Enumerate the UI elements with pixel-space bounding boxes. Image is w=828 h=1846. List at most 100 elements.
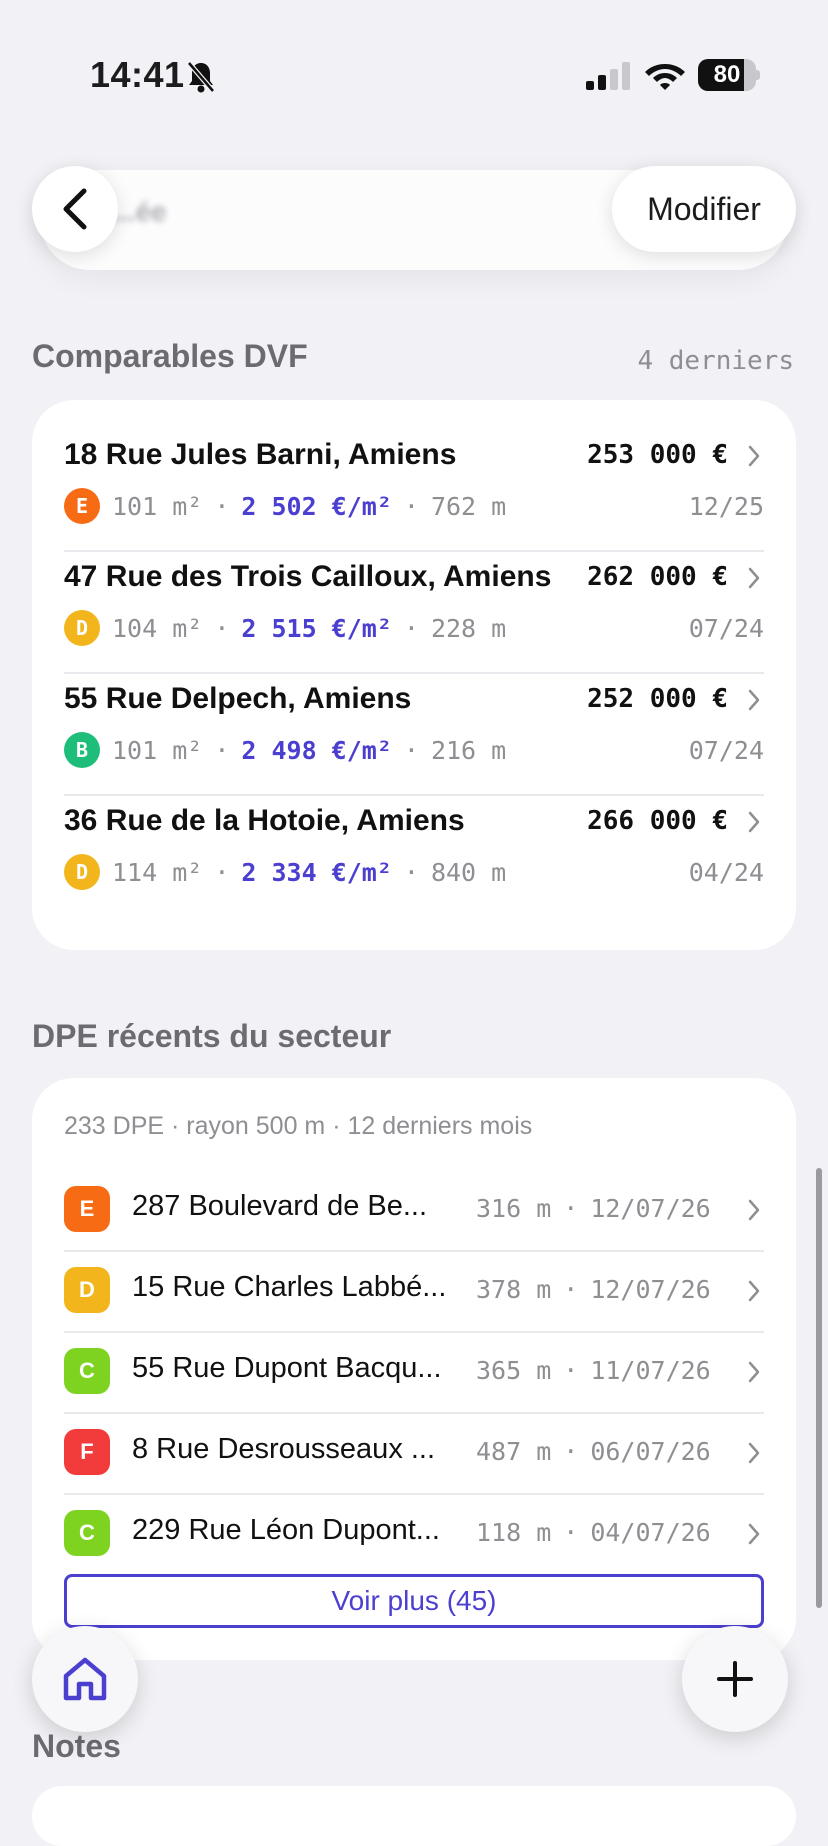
nav-title: ...ée (112, 196, 167, 227)
dpe-meta: 118 m · 04/07/26 (476, 1518, 711, 1547)
separator: · (563, 1518, 579, 1547)
comparable-distance: 228 m (430, 613, 507, 643)
chevron-right-icon (748, 1280, 760, 1302)
chevron-right-icon (748, 689, 760, 711)
comparable-date: 07/24 (688, 614, 764, 643)
comparable-surface: 101 m² (112, 735, 203, 765)
dpe-meta: 365 m · 11/07/26 (476, 1356, 711, 1385)
chevron-right-icon (748, 567, 760, 589)
chevron-right-icon (748, 1442, 760, 1464)
comparable-address: 47 Rue des Trois Cailloux, Amiens (64, 560, 552, 593)
dpe-address: 15 Rue Charles Labbé... (132, 1271, 447, 1303)
comparable-price-per-m2: 2 515 €/m² (241, 613, 392, 643)
dpe-address: 229 Rue Léon Dupont... (132, 1514, 440, 1546)
comparable-details: B 101 m² · 2 498 €/m² · 216 m (64, 730, 506, 770)
back-button[interactable] (32, 166, 118, 252)
comparable-price: 266 000 € (587, 806, 728, 836)
dpe-section-title: DPE récents du secteur (32, 1018, 392, 1054)
dpe-date: 04/07/26 (590, 1518, 711, 1547)
chevron-right-icon (748, 1199, 760, 1221)
comparable-price: 262 000 € (587, 562, 728, 592)
dpe-badge: C (64, 1510, 110, 1556)
dpe-row[interactable]: E 287 Boulevard de Be... 316 m · 12/07/26 (64, 1170, 764, 1250)
battery-level: 80 (713, 61, 741, 88)
comparable-row[interactable]: 36 Rue de la Hotoie, Amiens 266 000 € D 114… (64, 786, 764, 908)
separator: · (403, 857, 419, 887)
dpe-meta: 378 m · 12/07/26 (476, 1275, 711, 1304)
dpe-row[interactable]: F 8 Rue Desrousseaux ... 487 m · 06/07/26 (64, 1413, 764, 1493)
notes-title: Notes (32, 1728, 121, 1764)
separator: · (403, 735, 419, 765)
comparable-price: 252 000 € (587, 684, 728, 714)
comparable-details: D 114 m² · 2 334 €/m² · 840 m (64, 852, 506, 892)
comparables-title: Comparables DVF (32, 338, 308, 374)
add-button[interactable] (682, 1626, 788, 1732)
dpe-badge: E (64, 1186, 110, 1232)
comparable-address: 55 Rue Delpech, Amiens (64, 682, 412, 715)
dpe-distance: 316 m (476, 1194, 552, 1223)
dpe-badge: D (64, 1267, 110, 1313)
comparable-details: E 101 m² · 2 502 €/m² · 762 m (64, 486, 506, 526)
dpe-distance: 378 m (476, 1275, 552, 1304)
dpe-badge: B (64, 732, 100, 768)
dpe-badge: F (64, 1429, 110, 1475)
dpe-badge: E (64, 488, 100, 524)
separator: · (214, 857, 230, 887)
chevron-right-icon (748, 445, 760, 467)
comparable-row[interactable]: 18 Rue Jules Barni, Amiens 253 000 € E 101 … (64, 420, 764, 542)
comparable-price-per-m2: 2 334 €/m² (241, 857, 392, 887)
dpe-badge: C (64, 1348, 110, 1394)
dpe-address: 287 Boulevard de Be... (132, 1190, 428, 1222)
dpe-address: 8 Rue Desrousseaux ... (132, 1433, 436, 1465)
comparables-count: 4 derniers (637, 346, 794, 376)
comparable-address: 18 Rue Jules Barni, Amiens (64, 438, 457, 471)
dpe-badge: D (64, 610, 100, 646)
separator: · (403, 613, 419, 643)
home-button[interactable] (32, 1626, 138, 1732)
dpe-date: 06/07/26 (590, 1437, 711, 1466)
separator: · (214, 613, 230, 643)
edit-button[interactable]: Modifier (612, 166, 796, 252)
comparable-address: 36 Rue de la Hotoie, Amiens (64, 804, 465, 837)
scrollbar[interactable] (816, 1168, 822, 1608)
comparable-price-per-m2: 2 498 €/m² (241, 735, 392, 765)
dpe-distance: 118 m (476, 1518, 552, 1547)
comparable-surface: 114 m² (112, 857, 203, 887)
dpe-meta: 487 m · 06/07/26 (476, 1437, 711, 1466)
separator: · (563, 1437, 579, 1466)
bell-slash-icon (187, 61, 215, 93)
comparable-row[interactable]: 55 Rue Delpech, Amiens 252 000 € B 101 m² · 2… (64, 664, 764, 786)
comparable-surface: 101 m² (112, 491, 203, 521)
comparable-distance: 216 m (430, 735, 507, 765)
separator: · (214, 735, 230, 765)
dpe-row[interactable]: C 229 Rue Léon Dupont... 118 m · 04/07/26 (64, 1494, 764, 1574)
battery-icon: 80 (698, 59, 760, 91)
separator: · (403, 491, 419, 521)
separator: · (563, 1356, 579, 1385)
dpe-address: 55 Rue Dupont Bacqu... (132, 1352, 442, 1384)
comparable-distance: 840 m (430, 857, 507, 887)
notes-card (32, 1786, 796, 1846)
comparable-date: 07/24 (688, 736, 764, 765)
dpe-badge: D (64, 854, 100, 890)
comparable-date: 12/25 (688, 492, 764, 521)
see-more-button[interactable]: Voir plus (45) (64, 1574, 764, 1628)
dpe-summary: 233 DPE · rayon 500 m · 12 derniers mois (64, 1112, 533, 1140)
comparable-row[interactable]: 47 Rue des Trois Cailloux, Amiens 262 000… (64, 542, 764, 664)
status-time: 14:41 (90, 54, 185, 95)
dpe-row[interactable]: C 55 Rue Dupont Bacqu... 365 m · 11/07/26 (64, 1332, 764, 1412)
dpe-row[interactable]: D 15 Rue Charles Labbé... 378 m · 12/07/26 (64, 1251, 764, 1331)
comparables-card: 18 Rue Jules Barni, Amiens 253 000 € E 101 … (32, 400, 796, 950)
separator: · (563, 1275, 579, 1304)
separator: · (563, 1194, 579, 1223)
chevron-right-icon (748, 1523, 760, 1545)
dpe-distance: 487 m (476, 1437, 552, 1466)
status-bar: 14:41 80 (0, 0, 828, 150)
dpe-distance: 365 m (476, 1356, 552, 1385)
dpe-date: 12/07/26 (590, 1275, 711, 1304)
dpe-meta: 316 m · 12/07/26 (476, 1194, 711, 1223)
home-icon (63, 1657, 107, 1701)
comparable-price-per-m2: 2 502 €/m² (241, 491, 392, 521)
wifi-icon (645, 64, 685, 90)
plus-icon (717, 1661, 753, 1697)
